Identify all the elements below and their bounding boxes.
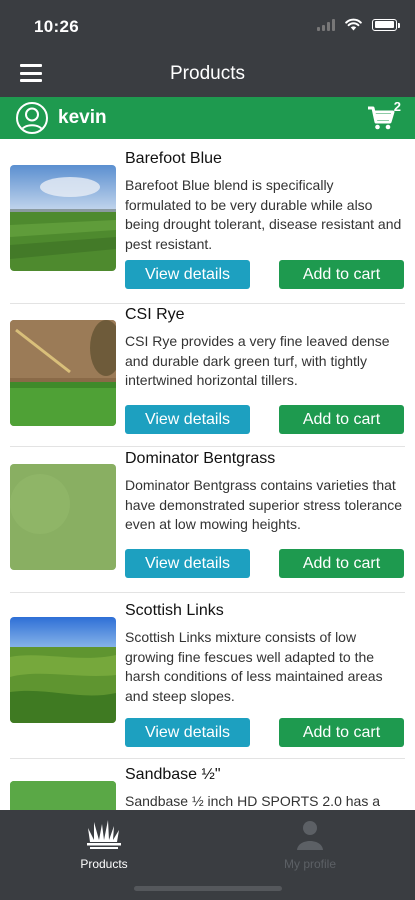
tab-products-label: Products <box>80 857 128 871</box>
product-image-sandbase <box>10 781 116 810</box>
product-description: Dominator Bentgrass contains varieties t… <box>125 477 403 532</box>
add-to-cart-button[interactable]: Add to cart <box>279 405 404 434</box>
battery-icon <box>372 18 400 31</box>
product-name: CSI Rye <box>125 306 185 323</box>
product-item: Barefoot Blue Barefoot Blue blend is spe… <box>10 139 405 304</box>
products-screen: 10:26 Products kevin 2 Barefoot Blue Bar… <box>0 0 415 900</box>
cart-count-badge: 2 <box>393 99 401 114</box>
product-name: Scottish Links <box>125 602 224 619</box>
product-name: Barefoot Blue <box>125 150 222 167</box>
view-details-button[interactable]: View details <box>125 260 250 289</box>
person-icon <box>297 821 323 850</box>
username: kevin <box>58 107 107 128</box>
product-image-dominator-bentgrass <box>10 464 116 570</box>
status-time: 10:26 <box>34 17 79 36</box>
tab-products[interactable]: Products <box>39 818 169 871</box>
tab-my-profile[interactable]: My profile <box>245 818 375 871</box>
add-to-cart-button[interactable]: Add to cart <box>279 549 404 578</box>
product-description: CSI Rye provides a very fine leaved dens… <box>125 333 390 388</box>
view-details-button[interactable]: View details <box>125 405 250 434</box>
tab-my-profile-label: My profile <box>283 857 336 871</box>
user-bar: kevin 2 <box>0 97 415 139</box>
product-image-csi-rye <box>10 320 116 426</box>
view-details-button[interactable]: View details <box>125 549 250 578</box>
product-description: Scottish Links mixture consists of low g… <box>125 629 383 704</box>
cart-icon <box>368 106 395 130</box>
wifi-icon <box>345 18 362 31</box>
signal-icon <box>317 18 335 31</box>
home-indicator <box>134 886 282 891</box>
product-name: Sandbase ½" <box>125 766 221 783</box>
product-item: Sandbase ½" Sandbase ½ inch HD SPORTS 2.… <box>10 759 405 810</box>
product-image-barefoot-blue <box>10 165 116 271</box>
product-image-scottish-links <box>10 617 116 723</box>
user-avatar-icon <box>20 107 44 132</box>
product-item: Scottish Links Scottish Links mixture co… <box>10 593 405 759</box>
avatar[interactable] <box>16 102 48 134</box>
product-description: Barefoot Blue blend is specifically form… <box>125 177 402 252</box>
product-list[interactable]: Barefoot Blue Barefoot Blue blend is spe… <box>0 139 415 810</box>
status-icons <box>317 18 400 31</box>
page-title: Products <box>170 63 245 84</box>
cart-button[interactable]: 2 <box>367 99 401 133</box>
add-to-cart-button[interactable]: Add to cart <box>279 260 404 289</box>
product-name: Dominator Bentgrass <box>125 450 276 467</box>
view-details-button[interactable]: View details <box>125 718 250 747</box>
product-item: Dominator Bentgrass Dominator Bentgrass … <box>10 447 405 593</box>
product-description: Sandbase ½ inch HD SPORTS 2.0 has a <box>125 793 380 809</box>
product-item: CSI Rye CSI Rye provides a very fine lea… <box>10 304 405 447</box>
top-bar: 10:26 Products <box>0 0 415 97</box>
add-to-cart-button[interactable]: Add to cart <box>279 718 404 747</box>
grass-icon <box>87 820 121 849</box>
